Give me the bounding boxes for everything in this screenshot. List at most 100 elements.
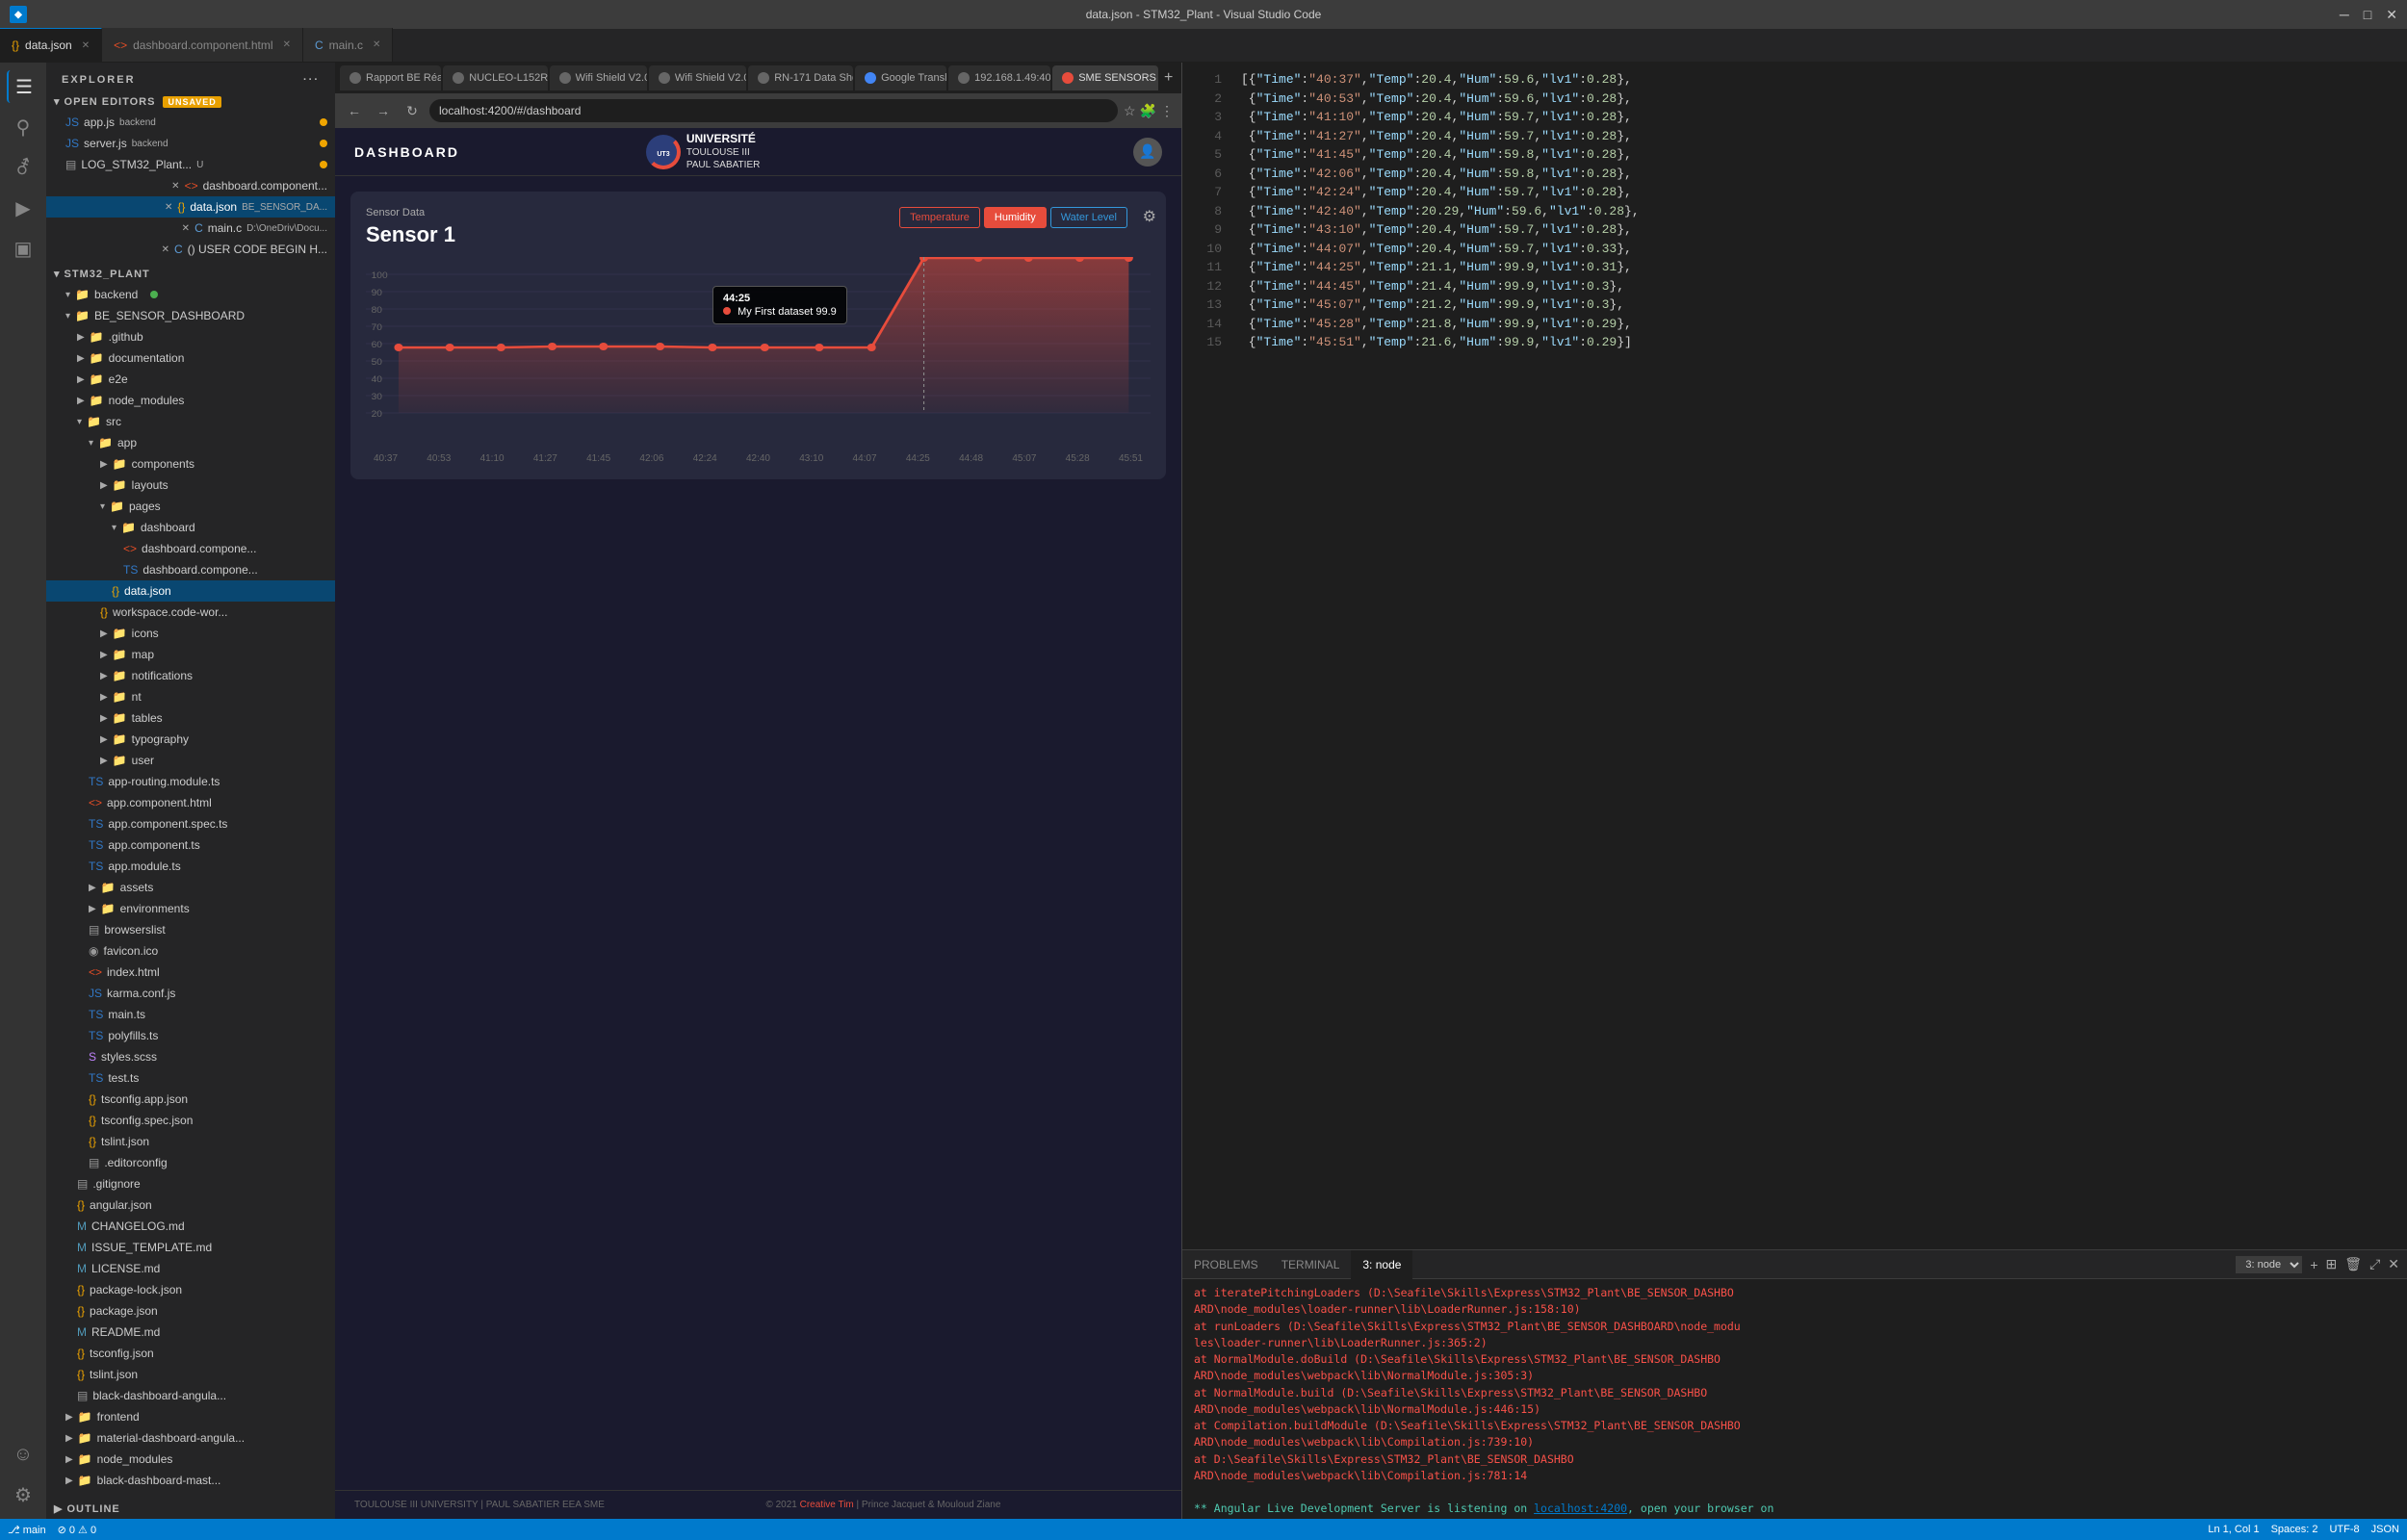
folder-environments[interactable]: ▶ 📁 environments xyxy=(46,898,335,919)
folder-typography[interactable]: ▶ 📁 typography xyxy=(46,729,335,750)
file-styles-scss[interactable]: S styles.scss xyxy=(46,1046,335,1067)
file-tsconfig-root[interactable]: {} tsconfig.json xyxy=(46,1343,335,1364)
folder-map[interactable]: ▶ 📁 map xyxy=(46,644,335,665)
file-tsconfig-spec[interactable]: {} tsconfig.spec.json xyxy=(46,1110,335,1131)
spaces[interactable]: Spaces: 2 xyxy=(2271,1524,2318,1535)
folder-icons[interactable]: ▶ 📁 icons xyxy=(46,623,335,644)
ln-col[interactable]: Ln 1, Col 1 xyxy=(2208,1524,2259,1535)
folder-frontend[interactable]: ▶ 📁 frontend xyxy=(46,1406,335,1427)
open-file-log[interactable]: ▤ LOG_STM32_Plant... U xyxy=(46,154,335,175)
activity-accounts[interactable]: ☺ xyxy=(7,1438,39,1471)
folder-node-modules-root[interactable]: ▶ 📁 node_modules xyxy=(46,1449,335,1470)
new-tab-button[interactable]: + xyxy=(1160,65,1177,90)
project-section[interactable]: ▾ STM32_PLANT xyxy=(46,264,335,284)
tab-close-icon[interactable]: ✕ xyxy=(373,39,380,50)
editor-content[interactable]: 1 [{"Time":"40:37","Temp":20.4,"Hum":59.… xyxy=(1182,63,2407,1249)
file-app-module[interactable]: TS app.module.ts xyxy=(46,856,335,877)
git-branch[interactable]: ⎇ main xyxy=(8,1524,46,1536)
user-avatar[interactable]: 👤 xyxy=(1133,138,1162,167)
back-button[interactable]: ← xyxy=(343,99,366,122)
folder-github[interactable]: ▶ 📁 .github xyxy=(46,326,335,347)
file-dashboard-comp-ts[interactable]: TS dashboard.compone... xyxy=(46,559,335,580)
tab-terminal[interactable]: TERMINAL xyxy=(1270,1250,1352,1279)
activity-explorer[interactable]: ☰ xyxy=(7,70,39,103)
folder-layouts[interactable]: ▶ 📁 layouts xyxy=(46,475,335,496)
folder-nt[interactable]: ▶ 📁 nt xyxy=(46,686,335,707)
folder-notifications[interactable]: ▶ 📁 notifications xyxy=(46,665,335,686)
file-favicon[interactable]: ◉ favicon.ico xyxy=(46,940,335,962)
terminal-select[interactable]: 3: node xyxy=(2236,1256,2302,1273)
menu-icon[interactable]: ⋮ xyxy=(1160,103,1174,119)
tab-main-c[interactable]: C main.c ✕ xyxy=(303,28,393,62)
browser-tab-wifi2[interactable]: Wifi Shield V2.0 -... ✕ xyxy=(649,65,746,90)
forward-button[interactable]: → xyxy=(372,99,395,122)
activity-git[interactable]: ⚦ xyxy=(7,151,39,184)
open-file-data-json[interactable]: ✕ {} data.json BE_SENSOR_DA... xyxy=(46,196,335,218)
titlebar-icons[interactable]: ─ □ ✕ xyxy=(2340,7,2397,23)
folder-assets[interactable]: ▶ 📁 assets xyxy=(46,877,335,898)
open-editors-header[interactable]: ▾ OPEN EDITORS UNSAVED xyxy=(46,91,335,112)
folder-e2e[interactable]: ▶ 📁 e2e xyxy=(46,369,335,390)
split-terminal-icon[interactable]: ⊞ xyxy=(2326,1256,2338,1272)
activity-settings[interactable]: ⚙ xyxy=(7,1478,39,1511)
file-app-component-spec[interactable]: TS app.component.spec.ts xyxy=(46,813,335,834)
minimize-button[interactable]: ─ xyxy=(2340,7,2349,23)
folder-pages[interactable]: ▾ 📁 pages xyxy=(46,496,335,517)
close-button[interactable]: ✕ xyxy=(2386,7,2397,23)
file-karma[interactable]: JS karma.conf.js xyxy=(46,983,335,1004)
chart-settings-icon[interactable]: ⚙ xyxy=(1143,207,1156,226)
bookmark-icon[interactable]: ☆ xyxy=(1124,103,1136,119)
file-data-json-tree[interactable]: {} data.json xyxy=(46,580,335,602)
activity-search[interactable]: ⚲ xyxy=(7,111,39,143)
file-test-ts[interactable]: TS test.ts xyxy=(46,1067,335,1089)
kill-terminal-icon[interactable]: 🗑 xyxy=(2344,1256,2362,1272)
file-angular-json[interactable]: {} angular.json xyxy=(46,1194,335,1216)
file-browserslist[interactable]: ▤ browserslist xyxy=(46,919,335,940)
file-app-component-html[interactable]: <> app.component.html xyxy=(46,792,335,813)
file-package-json[interactable]: {} package.json xyxy=(46,1300,335,1322)
file-main-ts[interactable]: TS main.ts xyxy=(46,1004,335,1025)
sidebar-menu-icon[interactable]: ··· xyxy=(303,74,320,86)
file-package-lock[interactable]: {} package-lock.json xyxy=(46,1279,335,1300)
maximize-panel-icon[interactable]: ⤢ xyxy=(2369,1256,2380,1272)
tab-dashboard-html[interactable]: <> dashboard.component.html ✕ xyxy=(102,28,303,62)
folder-node-modules[interactable]: ▶ 📁 node_modules xyxy=(46,390,335,411)
maximize-button[interactable]: □ xyxy=(2364,7,2371,23)
file-app-component-ts[interactable]: TS app.component.ts xyxy=(46,834,335,856)
file-changelog[interactable]: M CHANGELOG.md xyxy=(46,1216,335,1237)
extension-icon[interactable]: 🧩 xyxy=(1140,103,1156,119)
water-level-button[interactable]: Water Level xyxy=(1050,207,1127,228)
close-x-icon[interactable]: ✕ xyxy=(162,244,169,255)
folder-components[interactable]: ▶ 📁 components xyxy=(46,453,335,475)
close-x-icon[interactable]: ✕ xyxy=(165,202,172,213)
file-readme[interactable]: M README.md xyxy=(46,1322,335,1343)
folder-docs[interactable]: ▶ 📁 documentation xyxy=(46,347,335,369)
file-tsconfig-app[interactable]: {} tsconfig.app.json xyxy=(46,1089,335,1110)
browser-tab-nucleo[interactable]: NUCLEO-L152RE |... ✕ xyxy=(443,65,547,90)
folder-backend[interactable]: ▾ 📁 backend xyxy=(46,284,335,305)
file-black-dashboard[interactable]: ▤ black-dashboard-angula... xyxy=(46,1385,335,1406)
errors-warnings[interactable]: ⊘ 0 ⚠ 0 xyxy=(58,1524,96,1536)
browser-tab-translate[interactable]: Google Translate ✕ xyxy=(855,65,946,90)
folder-dashboard-pages[interactable]: ▾ 📁 dashboard xyxy=(46,517,335,538)
folder-be-sensor[interactable]: ▾ 📁 BE_SENSOR_DASHBOARD xyxy=(46,305,335,326)
file-license[interactable]: M LICENSE.md xyxy=(46,1258,335,1279)
url-bar[interactable]: localhost:4200/#/dashboard xyxy=(429,99,1118,122)
tab-node[interactable]: 3: node xyxy=(1351,1250,1412,1279)
tab-close-icon[interactable]: ✕ xyxy=(283,39,291,50)
close-x-icon[interactable]: ✕ xyxy=(182,223,190,234)
folder-app[interactable]: ▾ 📁 app xyxy=(46,432,335,453)
close-panel-icon[interactable]: ✕ xyxy=(2388,1256,2399,1272)
browser-tab-wifi1[interactable]: Wifi Shield V2.0 -... ✕ xyxy=(550,65,647,90)
tab-problems[interactable]: PROBLEMS xyxy=(1182,1250,1270,1279)
humidity-button[interactable]: Humidity xyxy=(984,207,1047,228)
file-editorconfig[interactable]: ▤ .editorconfig xyxy=(46,1152,335,1173)
open-file-server-js[interactable]: JS server.js backend xyxy=(46,133,335,154)
encoding[interactable]: UTF-8 xyxy=(2329,1524,2359,1535)
footer-link[interactable]: Creative Tim xyxy=(800,1500,854,1510)
browser-tab-rn171[interactable]: RN-171 Data Sheet... ✕ xyxy=(748,65,853,90)
file-tslint-json[interactable]: {} tslint.json xyxy=(46,1131,335,1152)
browser-tab-sme[interactable]: SME SENSORS Da... ✕ xyxy=(1052,65,1158,90)
file-polyfills[interactable]: TS polyfills.ts xyxy=(46,1025,335,1046)
file-workspace[interactable]: {} workspace.code-wor... xyxy=(46,602,335,623)
